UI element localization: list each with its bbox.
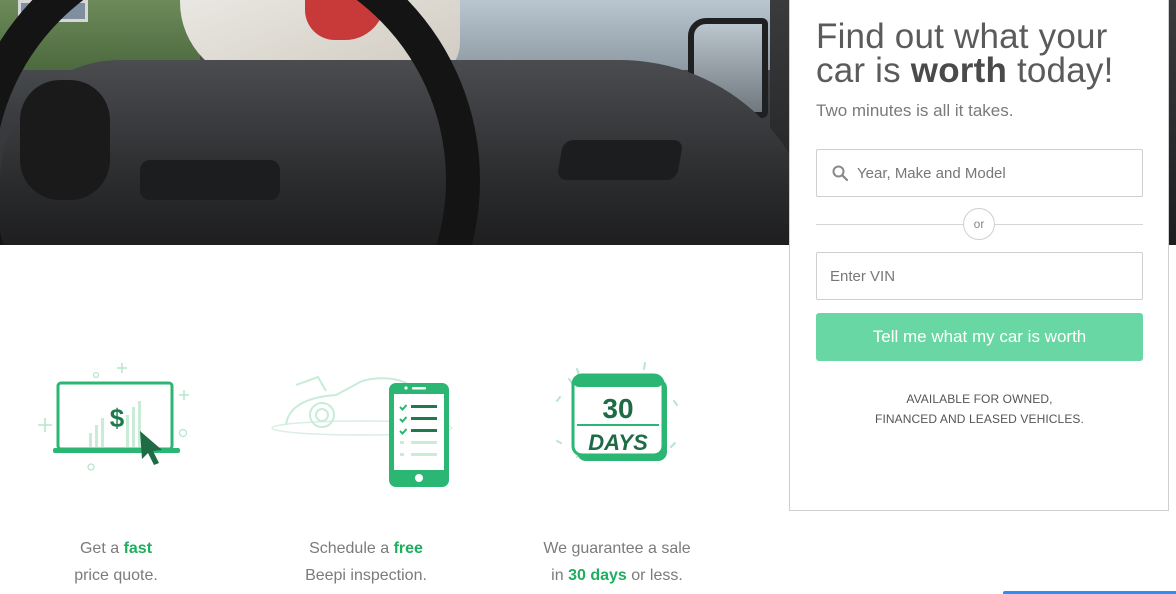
feature-caption-post: price quote. [74,567,158,584]
panel-headline: Find out what your car is worth today! [816,19,1156,90]
feature-30-day-sale: 30 DAYS We guarantee a sale in 30 days o… [517,355,717,584]
feature-caption: We guarantee a sale in 30 days or less. [517,535,717,589]
vin-input[interactable] [817,253,1097,299]
feature-caption-highlight: free [393,540,423,557]
get-value-button[interactable]: Tell me what my car is worth [816,313,1143,361]
availability-line-1: AVAILABLE FOR OWNED, [906,392,1053,406]
feature-caption-pre: Get a [79,540,120,557]
search-icon [832,165,849,182]
headline-emphasis: worth [910,51,1008,90]
feature-caption-pre: We guarantee a sale [543,540,691,557]
feature-caption-pre: Schedule a [309,540,390,557]
feature-caption-highlight: 30 days [568,567,627,584]
headline-line2-start: car is [816,51,901,90]
hero-air-vent-right [556,140,684,180]
laptop-dollar-sign: $ [110,403,125,433]
feature-caption-mid: in [551,567,564,584]
feature-free-inspection: Schedule a free Beepi inspection. [266,355,466,584]
valuation-panel: Find out what your car is worth today! T… [789,0,1169,511]
feature-caption-highlight: fast [123,540,153,557]
search-input[interactable] [857,150,1137,196]
phone-checklist-icon [266,355,466,495]
availability-line-2: FINANCED AND LEASED VEHICLES. [875,412,1084,426]
calendar-number: 30 [602,393,633,424]
feature-caption-post: or less. [631,567,683,584]
search-field[interactable] [816,149,1143,197]
calendar-30-days-icon: 30 DAYS [517,355,717,495]
headline-line2-end: today! [1016,51,1114,90]
vin-field[interactable] [816,252,1143,300]
panel-subhead: Two minutes is all it takes. [816,101,1014,120]
hero-steering-hub [20,80,110,200]
laptop-price-icon: $ [16,355,216,495]
or-badge: or [963,208,995,240]
feature-caption-post: Beepi inspection. [305,567,427,584]
calendar-days-label: DAYS [588,430,648,455]
feature-caption: Schedule a free Beepi inspection. [266,535,466,589]
availability-note: AVAILABLE FOR OWNED, FINANCED AND LEASED… [816,389,1143,429]
feature-fast-quote: $ Get a fast price quote. [16,355,216,584]
feature-caption: Get a fast price quote. [16,535,216,589]
